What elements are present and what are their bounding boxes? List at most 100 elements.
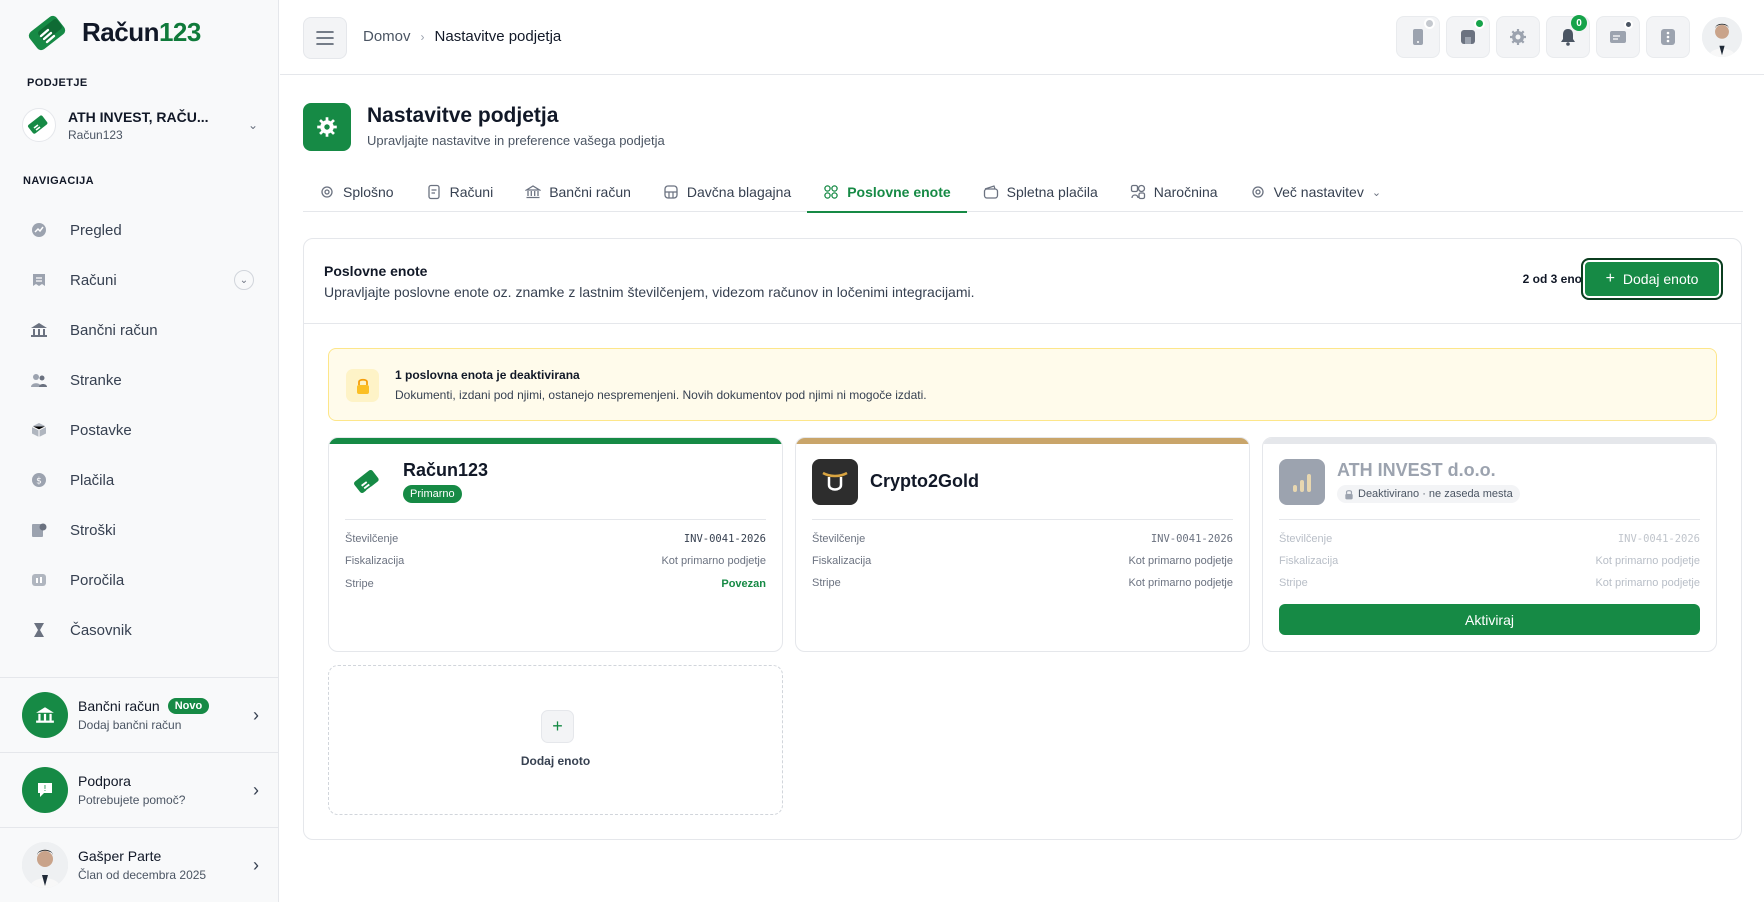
tab-spletna-placila[interactable]: Spletna plačila [967,172,1114,212]
sidebar-item-porocila[interactable]: Poročila [16,555,264,605]
unit-card-crypto2gold[interactable]: Crypto2Gold Številčenje INV-0041-2026 Fis… [795,437,1250,652]
breadcrumb: Domov › Nastavitve podjetja [363,28,561,45]
row-label: Številčenje [1279,533,1333,545]
sidebar-item-postavke[interactable]: Postavke [16,405,264,455]
add-unit-button[interactable]: + Dodaj enoto [1581,258,1723,300]
sidebar-item-label: Stranke [70,371,122,389]
user-card[interactable]: Gašper Parte Član od decembra 2025 › [0,827,279,902]
status-dot [1474,18,1485,29]
brand-name: Račun123 [82,17,201,48]
plus-icon: + [1605,270,1615,287]
warning-description: Dokumenti, izdani pod njimi, ostanejo ne… [395,388,927,402]
tab-davcna-blagajna[interactable]: Davčna blagajna [647,172,807,212]
row-value: Kot primarno podjetje [1128,555,1233,567]
store-button[interactable] [1446,16,1490,58]
row-label: Fiskalizacija [345,555,405,567]
unit-color-stripe [796,438,1249,444]
bank-promo-sub: Dodaj bančni račun [78,718,182,732]
company-sub: Račun123 [68,127,123,142]
sidebar-item-stranke[interactable]: Stranke [16,355,264,405]
plus-icon: + [541,710,574,743]
add-unit-tile-label: Dodaj enoto [520,754,591,768]
messages-button[interactable] [1596,16,1640,58]
bank-account-promo[interactable]: Bančni račun Novo Dodaj bančni račun › [0,677,279,752]
row-label: Stripe [345,578,374,590]
sidebar-item-racuni[interactable]: Računi ⌄ [16,255,264,305]
unit-row-numbering: Številčenje INV-0041-2026 [345,533,766,545]
invoice-icon [30,271,48,289]
company-logo-icon [22,108,56,142]
row-value: INV-0041-2026 [1617,533,1700,545]
sidebar-item-casovnik[interactable]: Časovnik [16,605,264,655]
tab-poslovne-enote[interactable]: Poslovne enote [807,172,968,213]
bank-icon [22,692,68,738]
gear-icon [1250,184,1266,200]
brand-prefix: Račun [82,16,159,47]
unit-name: Crypto2Gold [870,471,980,491]
settings-button[interactable] [1496,16,1540,58]
unit-name: Račun123 [403,460,489,480]
row-value: INV-0041-2026 [683,533,766,545]
shop-icon [1461,30,1475,44]
company-name: ATH INVEST, RAČU... [68,108,209,125]
support-card[interactable]: ! Podpora Potrebujete pomoč? › [0,752,279,827]
unit-logo-icon [1279,459,1325,505]
gear-icon [1510,29,1526,45]
unit-row-fiscal: Fiskalizacija Kot primarno podjetje [812,555,1233,567]
unit-card-ath-invest[interactable]: ATH INVEST d.o.o. Deaktivirano · ne zase… [1262,437,1717,652]
sidebar-item-placila[interactable]: $ Plačila [16,455,264,505]
row-label: Stripe [812,577,841,589]
topbar: Domov › Nastavitve podjetja 0 [280,0,1764,75]
deactivated-warning: 1 poslovna enota je deaktivirana Dokumen… [328,348,1717,421]
sidebar-item-bancni-racun[interactable]: Bančni račun [16,305,264,355]
mobile-app-button[interactable] [1396,16,1440,58]
units-count: 2 od 3 enot [1522,272,1586,286]
row-label: Številčenje [345,533,399,545]
user-since: Član od decembra 2025 [78,868,207,882]
unit-card-racun123[interactable]: Račun123 Primarno Številčenje INV-0041-20… [328,437,783,652]
brand-suffix: 123 [158,16,201,47]
notification-count-badge: 0 [1571,15,1587,31]
unit-logo-icon [812,459,858,505]
warning-title: 1 poslovna enota je deaktivirana [395,368,580,382]
divider [812,519,1233,520]
business-units-panel: Poslovne enote Upravljajte poslovne enot… [303,238,1742,840]
row-label: Stripe [1279,577,1308,589]
sidebar-item-stroski[interactable]: Stroški [16,505,264,555]
tab-racuni[interactable]: Računi [410,172,510,212]
tab-narocnina[interactable]: Naročnina [1114,172,1234,212]
row-value: Kot primarno podjetje [1595,555,1700,567]
unit-name: ATH INVEST d.o.o. [1337,460,1496,480]
notifications-button[interactable]: 0 [1546,15,1590,58]
activate-button[interactable]: Aktiviraj [1279,604,1700,635]
breadcrumb-home[interactable]: Domov [363,28,411,45]
page-subtitle: Upravljajte nastavitve in preference vaš… [367,133,665,148]
sidebar-item-pregled[interactable]: Pregled [16,205,264,255]
sidebar-item-label: Plačila [70,471,115,489]
logo-icon [28,15,66,51]
unit-logo-icon [345,459,391,505]
sidebar-item-label: Pregled [70,221,122,239]
tab-label: Bančni račun [549,184,631,200]
lock-icon [1345,489,1353,499]
chevron-down-icon[interactable]: ⌄ [234,270,254,290]
row-value: INV-0041-2026 [1150,533,1233,545]
sidebar-item-label: Časovnik [70,621,132,639]
page-title: Nastavitve podjetja [367,104,559,127]
menu-toggle-button[interactable] [303,17,347,59]
row-value: Povezan [721,578,766,590]
more-options-button[interactable] [1646,16,1690,58]
row-label: Fiskalizacija [812,555,872,567]
sidebar: Račun123 PODJETJE ATH INVEST, RAČU... Ra… [0,0,279,902]
avatar[interactable] [1702,17,1742,57]
tab-splosno[interactable]: Splošno [303,172,410,212]
add-unit-tile[interactable]: + Dodaj enoto [328,665,783,815]
brand-logo[interactable]: Račun123 [26,12,201,52]
tab-vec-nastavitev[interactable]: Več nastavitev ⌄ [1234,172,1398,212]
bank-promo-title: Bančni račun [78,698,160,714]
sidebar-item-label: Stroški [70,521,116,539]
sidebar-item-label: Računi [70,271,117,289]
tab-bancni-racun[interactable]: Bančni račun [509,172,647,212]
company-switcher[interactable]: ATH INVEST, RAČU... Račun123 ⌄ [22,102,258,148]
nav-section-label: NAVIGACIJA [23,175,95,187]
